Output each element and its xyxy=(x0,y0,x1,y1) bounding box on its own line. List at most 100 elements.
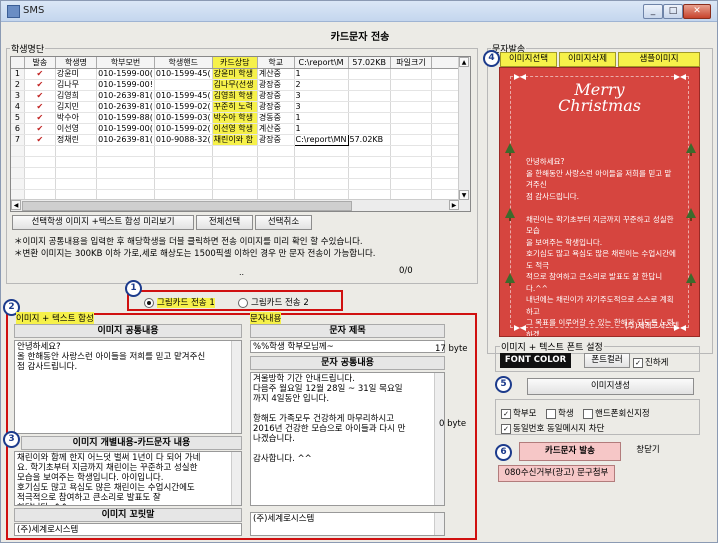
col-header-parent-phone[interactable]: 학부모번 xyxy=(96,57,155,69)
send-check[interactable]: ✔ xyxy=(24,134,56,146)
reject-080-button[interactable]: 080수신거부(광고) 문구첨부 xyxy=(498,465,615,482)
scroll-thumb[interactable] xyxy=(22,201,352,211)
mode-option-2[interactable]: 그림카드 전송 2 xyxy=(238,296,309,308)
minimize-button[interactable]: _ xyxy=(643,4,663,19)
table-row[interactable]: 2 ✔ 김나무 010-1599-00! 김나무(선생 광장중 2 xyxy=(11,79,470,91)
option-parent[interactable]: ✓ 학부모 xyxy=(501,407,536,419)
radio-icon[interactable] xyxy=(238,297,248,308)
preview-composite-button[interactable]: 선택학생 이미지 +텍스트 합성 미리보기 xyxy=(12,215,194,230)
empty-cell xyxy=(390,178,433,190)
empty-cell xyxy=(55,178,98,190)
checkbox-checked-icon[interactable]: ✔ xyxy=(36,113,43,123)
textarea-scrollbar[interactable] xyxy=(231,452,241,505)
grid-vertical-scrollbar[interactable]: ▲ ▼ xyxy=(458,57,470,211)
textarea-scrollbar[interactable] xyxy=(434,373,444,505)
textarea-scrollbar[interactable] xyxy=(231,341,241,433)
send-check[interactable]: ✔ xyxy=(24,112,56,124)
radio-selected-icon[interactable] xyxy=(144,297,154,308)
file-size xyxy=(390,112,433,124)
col-header-size[interactable]: 57.02KB xyxy=(348,57,391,69)
select-all-button[interactable]: 전체선택 xyxy=(196,215,253,230)
school: 광장중 xyxy=(257,79,295,91)
image-tail-input[interactable]: (주)세계로시스템 xyxy=(14,523,242,536)
col-header-student-phone[interactable]: 학생핸드 xyxy=(154,57,213,69)
table-row[interactable]: 3 ✔ 김영희 010-2639-81(010-1599-45(김영희 학생 광장중 3 xyxy=(11,90,470,102)
scroll-left-icon[interactable]: ◀ xyxy=(11,200,21,210)
col-header-path[interactable]: C:\report\M xyxy=(294,57,349,69)
table-row[interactable]: 6 ✔ 이선영 010-1599-00(010-1599-02(이선영 학생 계산중 1 xyxy=(11,123,470,135)
col-header-name[interactable]: 학생명 xyxy=(55,57,98,69)
image-size xyxy=(348,68,391,80)
checkbox-checked-icon[interactable]: ✓ xyxy=(501,423,511,434)
student-phone: 010-1599-45( xyxy=(154,90,213,102)
message-common-textarea[interactable]: 겨울방학 기간 안내드립니다. 다음주 월요일 12월 28일 ~ 31일 목요… xyxy=(250,372,445,506)
close-dialog-button[interactable]: 창닫기 xyxy=(623,442,673,461)
image-individual-textarea[interactable]: 채린이와 함께 한지 어느덧 벌써 1년이 다 되어 가네 요. 학기초부터 지… xyxy=(14,451,242,506)
delete-image-button[interactable]: 이미지삭제 xyxy=(559,52,616,67)
option-handphone-reply[interactable]: 핸드폰회신지정 xyxy=(583,407,650,419)
image-size xyxy=(348,90,391,102)
message-tail-textarea[interactable]: (주)세계로시스템 xyxy=(250,512,445,536)
message-title-input[interactable]: %%학생 학부모님께~ xyxy=(250,340,445,353)
title-byte-count: 17 byte xyxy=(435,344,468,354)
marker-5: 5 xyxy=(495,376,512,393)
checkbox-checked-icon[interactable]: ✓ xyxy=(633,357,643,368)
close-window-button[interactable]: ✕ xyxy=(683,4,711,19)
checkbox-icon[interactable] xyxy=(583,408,593,419)
textarea-scrollbar[interactable] xyxy=(434,513,444,535)
option-student[interactable]: 학생 xyxy=(546,407,574,419)
table-row[interactable]: 1 ✔ 강윤미 010-1599-00(010-1599-45(강윤미 학생 계산중 1 xyxy=(11,68,470,80)
generate-image-button[interactable]: 이미지생성 xyxy=(527,378,694,395)
send-check[interactable]: ✔ xyxy=(24,79,56,91)
send-check[interactable]: ✔ xyxy=(24,123,56,135)
font-color-button[interactable]: 폰트컬러 xyxy=(584,353,630,368)
send-check[interactable]: ✔ xyxy=(24,68,56,80)
student-name: 김나무 xyxy=(55,79,98,91)
checkbox-checked-icon[interactable]: ✔ xyxy=(36,135,43,145)
select-image-button[interactable]: 이미지선택 xyxy=(500,52,557,67)
maximize-button[interactable]: □ xyxy=(663,4,683,19)
mode-option-1-label: 그림카드 전송 1 xyxy=(157,298,215,308)
sample-image-button[interactable]: 샘플이미지 xyxy=(618,52,700,67)
empty-cell xyxy=(154,145,213,157)
scroll-up-icon[interactable]: ▲ xyxy=(459,57,469,67)
scroll-right-icon[interactable]: ▶ xyxy=(449,200,459,210)
col-header-send[interactable]: 발송 xyxy=(24,57,56,69)
table-row[interactable]: 4 ✔ 김지민 010-2639-81(010-1599-02(꾸준히 노력 광장중 3 xyxy=(11,101,470,113)
student-phone: 010-1599-02( xyxy=(154,123,213,135)
empty-cell xyxy=(348,145,391,157)
card-image-preview[interactable]: Merry Christmas 안녕하세요? 올 한해동안 사랑스런 아이들을 … xyxy=(499,67,700,337)
checkbox-checked-icon[interactable]: ✔ xyxy=(36,91,43,101)
col-header-school[interactable]: 학교 xyxy=(257,57,295,69)
empty-cell xyxy=(154,156,213,168)
checkbox-icon[interactable] xyxy=(546,408,556,419)
empty-row xyxy=(11,145,470,157)
image-common-textarea[interactable]: 안녕하세요? 올 한해동안 사랑스런 아이들을 저희를 믿고 맡겨주신 점 감사… xyxy=(14,340,242,434)
mode-option-2-label: 그림카드 전송 2 xyxy=(251,298,309,308)
checkbox-checked-icon[interactable]: ✔ xyxy=(36,69,43,79)
student-grid[interactable]: 발송 학생명 학부모번 학생핸드 카드상담 학교 C:\report\M 57.… xyxy=(10,56,471,212)
deselect-button[interactable]: 선택취소 xyxy=(255,215,312,230)
mode-option-1[interactable]: 그림카드 전송 1 xyxy=(144,296,215,308)
table-row[interactable]: 5 ✔ 박수아 010-1599-88(010-1599-03(박수아 학생 경동중 1 xyxy=(11,112,470,124)
checkbox-checked-icon[interactable]: ✔ xyxy=(36,102,43,112)
row-number: 5 xyxy=(11,112,25,124)
grid-horizontal-scrollbar[interactable]: ◀ ▶ xyxy=(11,199,459,211)
parent-phone: 010-2639-81( xyxy=(96,101,155,113)
checkbox-checked-icon[interactable]: ✓ xyxy=(501,408,511,419)
bold-option[interactable]: ✓ 진하게 xyxy=(633,356,668,368)
col-header-file-size[interactable]: 파일크기 xyxy=(390,57,433,69)
option-student-label: 학생 xyxy=(558,409,574,419)
table-row[interactable]: 7 ✔ 정채린 010-2639-81(010-9088-32(채린이와 함 광장중 C:… xyxy=(11,134,470,146)
option-block-duplicate[interactable]: ✓ 동일번호 동일메시지 차단 xyxy=(501,422,604,434)
empty-cell xyxy=(24,156,56,168)
file-size xyxy=(390,90,433,102)
checkbox-checked-icon[interactable]: ✔ xyxy=(36,124,43,134)
col-header-card-counsel[interactable]: 카드상담 xyxy=(212,57,258,69)
message-title-header: 문자 제목 xyxy=(250,324,445,338)
checkbox-checked-icon[interactable]: ✔ xyxy=(36,80,43,90)
send-check[interactable]: ✔ xyxy=(24,101,56,113)
scroll-down-icon[interactable]: ▼ xyxy=(459,190,469,200)
send-card-message-button[interactable]: 카드문자 발송 xyxy=(519,442,621,461)
send-check[interactable]: ✔ xyxy=(24,90,56,102)
